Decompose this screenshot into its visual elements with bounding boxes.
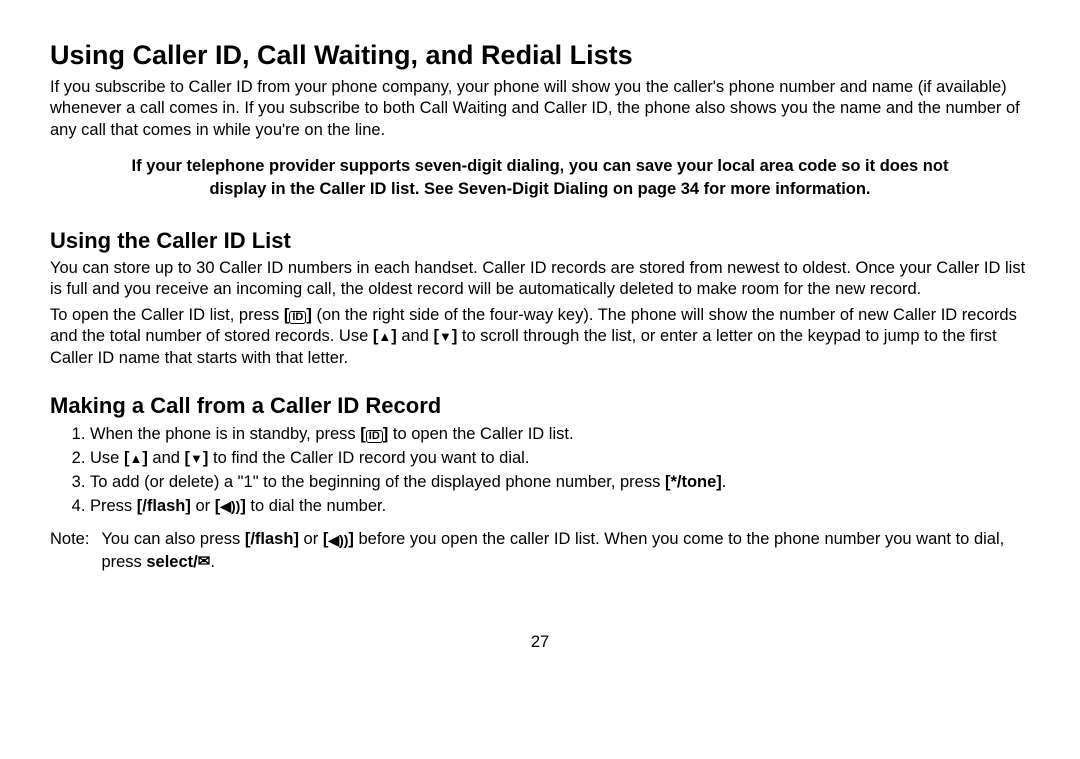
text: . xyxy=(210,553,215,571)
down-icon: ▼ xyxy=(439,330,452,343)
page-number: 27 xyxy=(50,633,1030,652)
envelope-icon: ✉ xyxy=(198,552,211,572)
section1-para2: To open the Caller ID list, press [ID] (… xyxy=(50,305,1030,369)
section2-title: Making a Call from a Caller ID Record xyxy=(50,393,1030,419)
step-3: To add (or delete) a "1" to the beginnin… xyxy=(90,471,1030,494)
text: . xyxy=(722,473,727,491)
text: To open the Caller ID list, press xyxy=(50,306,284,324)
speaker-icon: ◀)) xyxy=(328,531,348,550)
footnote-text: You can also press [/flash] or [◀))] bef… xyxy=(101,528,1030,573)
text: Use xyxy=(90,449,124,467)
step-2: Use [▲] and [▼] to find the Caller ID re… xyxy=(90,447,1030,470)
down-icon: ▼ xyxy=(190,452,203,465)
step-4: Press [/flash] or [◀))] to dial the numb… xyxy=(90,495,1030,518)
steps-list: When the phone is in standby, press [ID]… xyxy=(70,423,1030,518)
text: To add (or delete) a "1" to the beginnin… xyxy=(90,473,665,491)
section1-para1: You can store up to 30 Caller ID numbers… xyxy=(50,258,1030,301)
text: to dial the number. xyxy=(250,497,386,515)
text: Press xyxy=(90,497,137,515)
text: or xyxy=(195,497,214,515)
footnote: Note: You can also press [/flash] or [◀)… xyxy=(50,528,1030,573)
text: to open the Caller ID list. xyxy=(393,425,574,443)
select-key: select/ xyxy=(146,553,197,571)
text: When the phone is in standby, press xyxy=(90,425,360,443)
speaker-icon: ◀)) xyxy=(220,497,240,517)
up-icon: ▲ xyxy=(378,330,391,343)
flash-key: /flash xyxy=(250,530,293,548)
page-title: Using Caller ID, Call Waiting, and Redia… xyxy=(50,40,1030,71)
text: to find the Caller ID record you want to… xyxy=(213,449,529,467)
text: and xyxy=(152,449,184,467)
text: You can also press xyxy=(101,530,244,548)
intro-paragraph: If you subscribe to Caller ID from your … xyxy=(50,77,1030,141)
text: and xyxy=(401,327,433,345)
boxed-note: If your telephone provider supports seve… xyxy=(110,155,970,200)
up-icon: ▲ xyxy=(129,452,142,465)
text: or xyxy=(304,530,323,548)
id-icon: ID xyxy=(366,430,383,443)
step-1: When the phone is in standby, press [ID]… xyxy=(90,423,1030,446)
footnote-label: Note: xyxy=(50,528,89,573)
id-icon: ID xyxy=(289,311,306,324)
tone-key: */tone xyxy=(670,473,716,491)
flash-key: /flash xyxy=(142,497,185,515)
section1-title: Using the Caller ID List xyxy=(50,228,1030,254)
